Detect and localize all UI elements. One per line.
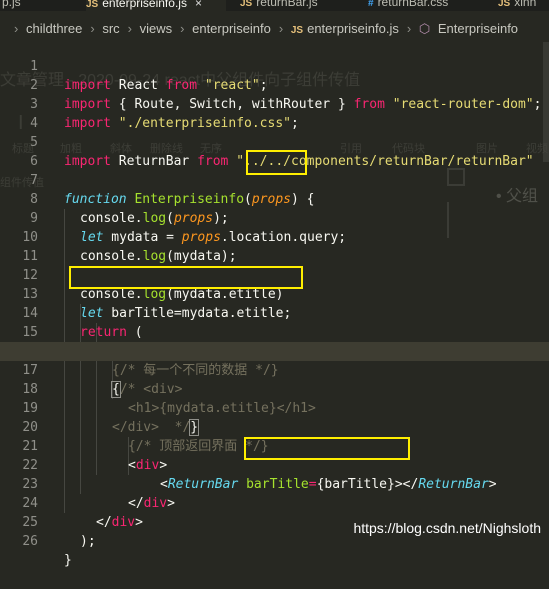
close-icon[interactable]: × — [195, 0, 202, 10]
code-line: 9 let mydata = props.location.query; — [0, 190, 549, 245]
code-line: 4 — [0, 95, 549, 131]
code-line: 20 {/* 顶部返回界面 */} — [0, 399, 549, 454]
tab-label: p.js — [2, 0, 21, 9]
js-file-icon: JS — [498, 0, 511, 9]
breadcrumb-item[interactable]: enterpriseinfo.js — [307, 21, 399, 36]
code-line: 10 console.log(mydata); — [0, 209, 549, 264]
code-line-current: 17 {/* <div> — [0, 342, 549, 398]
tab-returnbar-css[interactable]: # returnBar.css — [368, 0, 478, 11]
js-file-icon: JS — [240, 0, 253, 9]
js-file-icon: JS — [86, 0, 99, 10]
breadcrumb-item[interactable]: Enterpriseinfo — [438, 21, 518, 36]
highlight-box-bartitle-declaration — [69, 266, 303, 289]
code-line: 21 <div> — [0, 418, 549, 473]
code-line: 5 import ReturnBar from "../../component… — [0, 114, 549, 169]
code-line: 19 </div> */} — [0, 380, 549, 436]
code-token: } — [64, 553, 72, 568]
line-number: 26 — [22, 534, 38, 549]
code-line: 25 ); — [0, 494, 549, 549]
tab-enterpriseinfo-js[interactable]: JS enterpriseinfo.js × — [86, 0, 226, 11]
tab-label: enterpriseinfo.js — [102, 0, 187, 10]
breadcrumb-item[interactable]: src — [102, 21, 119, 36]
tab-label: returnBar.js — [256, 0, 318, 9]
chevron-right-icon: › — [406, 21, 412, 36]
breadcrumb-item[interactable]: views — [140, 21, 173, 36]
code-line: 15 <div> — [0, 304, 549, 359]
code-line: 2 import { Route, Switch, withRouter } f… — [0, 57, 549, 112]
scrollbar[interactable] — [543, 42, 549, 162]
watermark: https://blog.csdn.net/Nighsloth — [353, 520, 541, 536]
tab-p-js[interactable]: p.js — [0, 0, 42, 11]
code-line: 16 {/* 每一个不同的数据 */} — [0, 323, 549, 378]
chevron-right-icon: › — [180, 21, 185, 36]
code-token: ); — [80, 534, 96, 549]
chevron-right-icon: › — [14, 21, 19, 36]
tab-xinn[interactable]: JS xinn — [498, 0, 549, 11]
code-line: 11 — [0, 228, 549, 264]
tab-label: returnBar.css — [377, 0, 449, 9]
css-file-icon: # — [368, 0, 374, 9]
breadcrumb: › childthree › src › views › enterpriseinfo… — [0, 18, 549, 40]
code-line: 1 import React from "react"; — [0, 38, 549, 93]
component-symbol-icon: ⬡ — [418, 21, 431, 36]
chevron-right-icon: › — [90, 21, 95, 36]
breadcrumb-item[interactable]: enterpriseinfo — [192, 21, 271, 36]
highlight-box-bartitle-prop — [244, 437, 410, 460]
code-editor[interactable]: 1 import React from "react"; 2 import { … — [0, 38, 549, 568]
code-line: 3 import "./enterpriseinfo.css"; — [0, 76, 549, 131]
code-line: 18 <h1>{mydata.etitle}</h1> — [0, 361, 549, 416]
editor-tab-bar: p.js JS enterpriseinfo.js × JS returnBar.js… — [0, 0, 549, 11]
highlight-box-props — [246, 150, 307, 175]
code-line: 12 console.log(mydata.etitle) — [0, 247, 549, 302]
tab-returnbar-js[interactable]: JS returnBar.js — [240, 0, 350, 11]
chevron-right-icon: › — [127, 21, 132, 36]
chevron-right-icon: › — [278, 21, 284, 36]
js-file-icon: JS — [290, 25, 304, 36]
breadcrumb-item[interactable]: childthree — [26, 21, 82, 36]
tab-label: xinn — [514, 0, 537, 9]
code-line: 24 </div> — [0, 475, 549, 530]
